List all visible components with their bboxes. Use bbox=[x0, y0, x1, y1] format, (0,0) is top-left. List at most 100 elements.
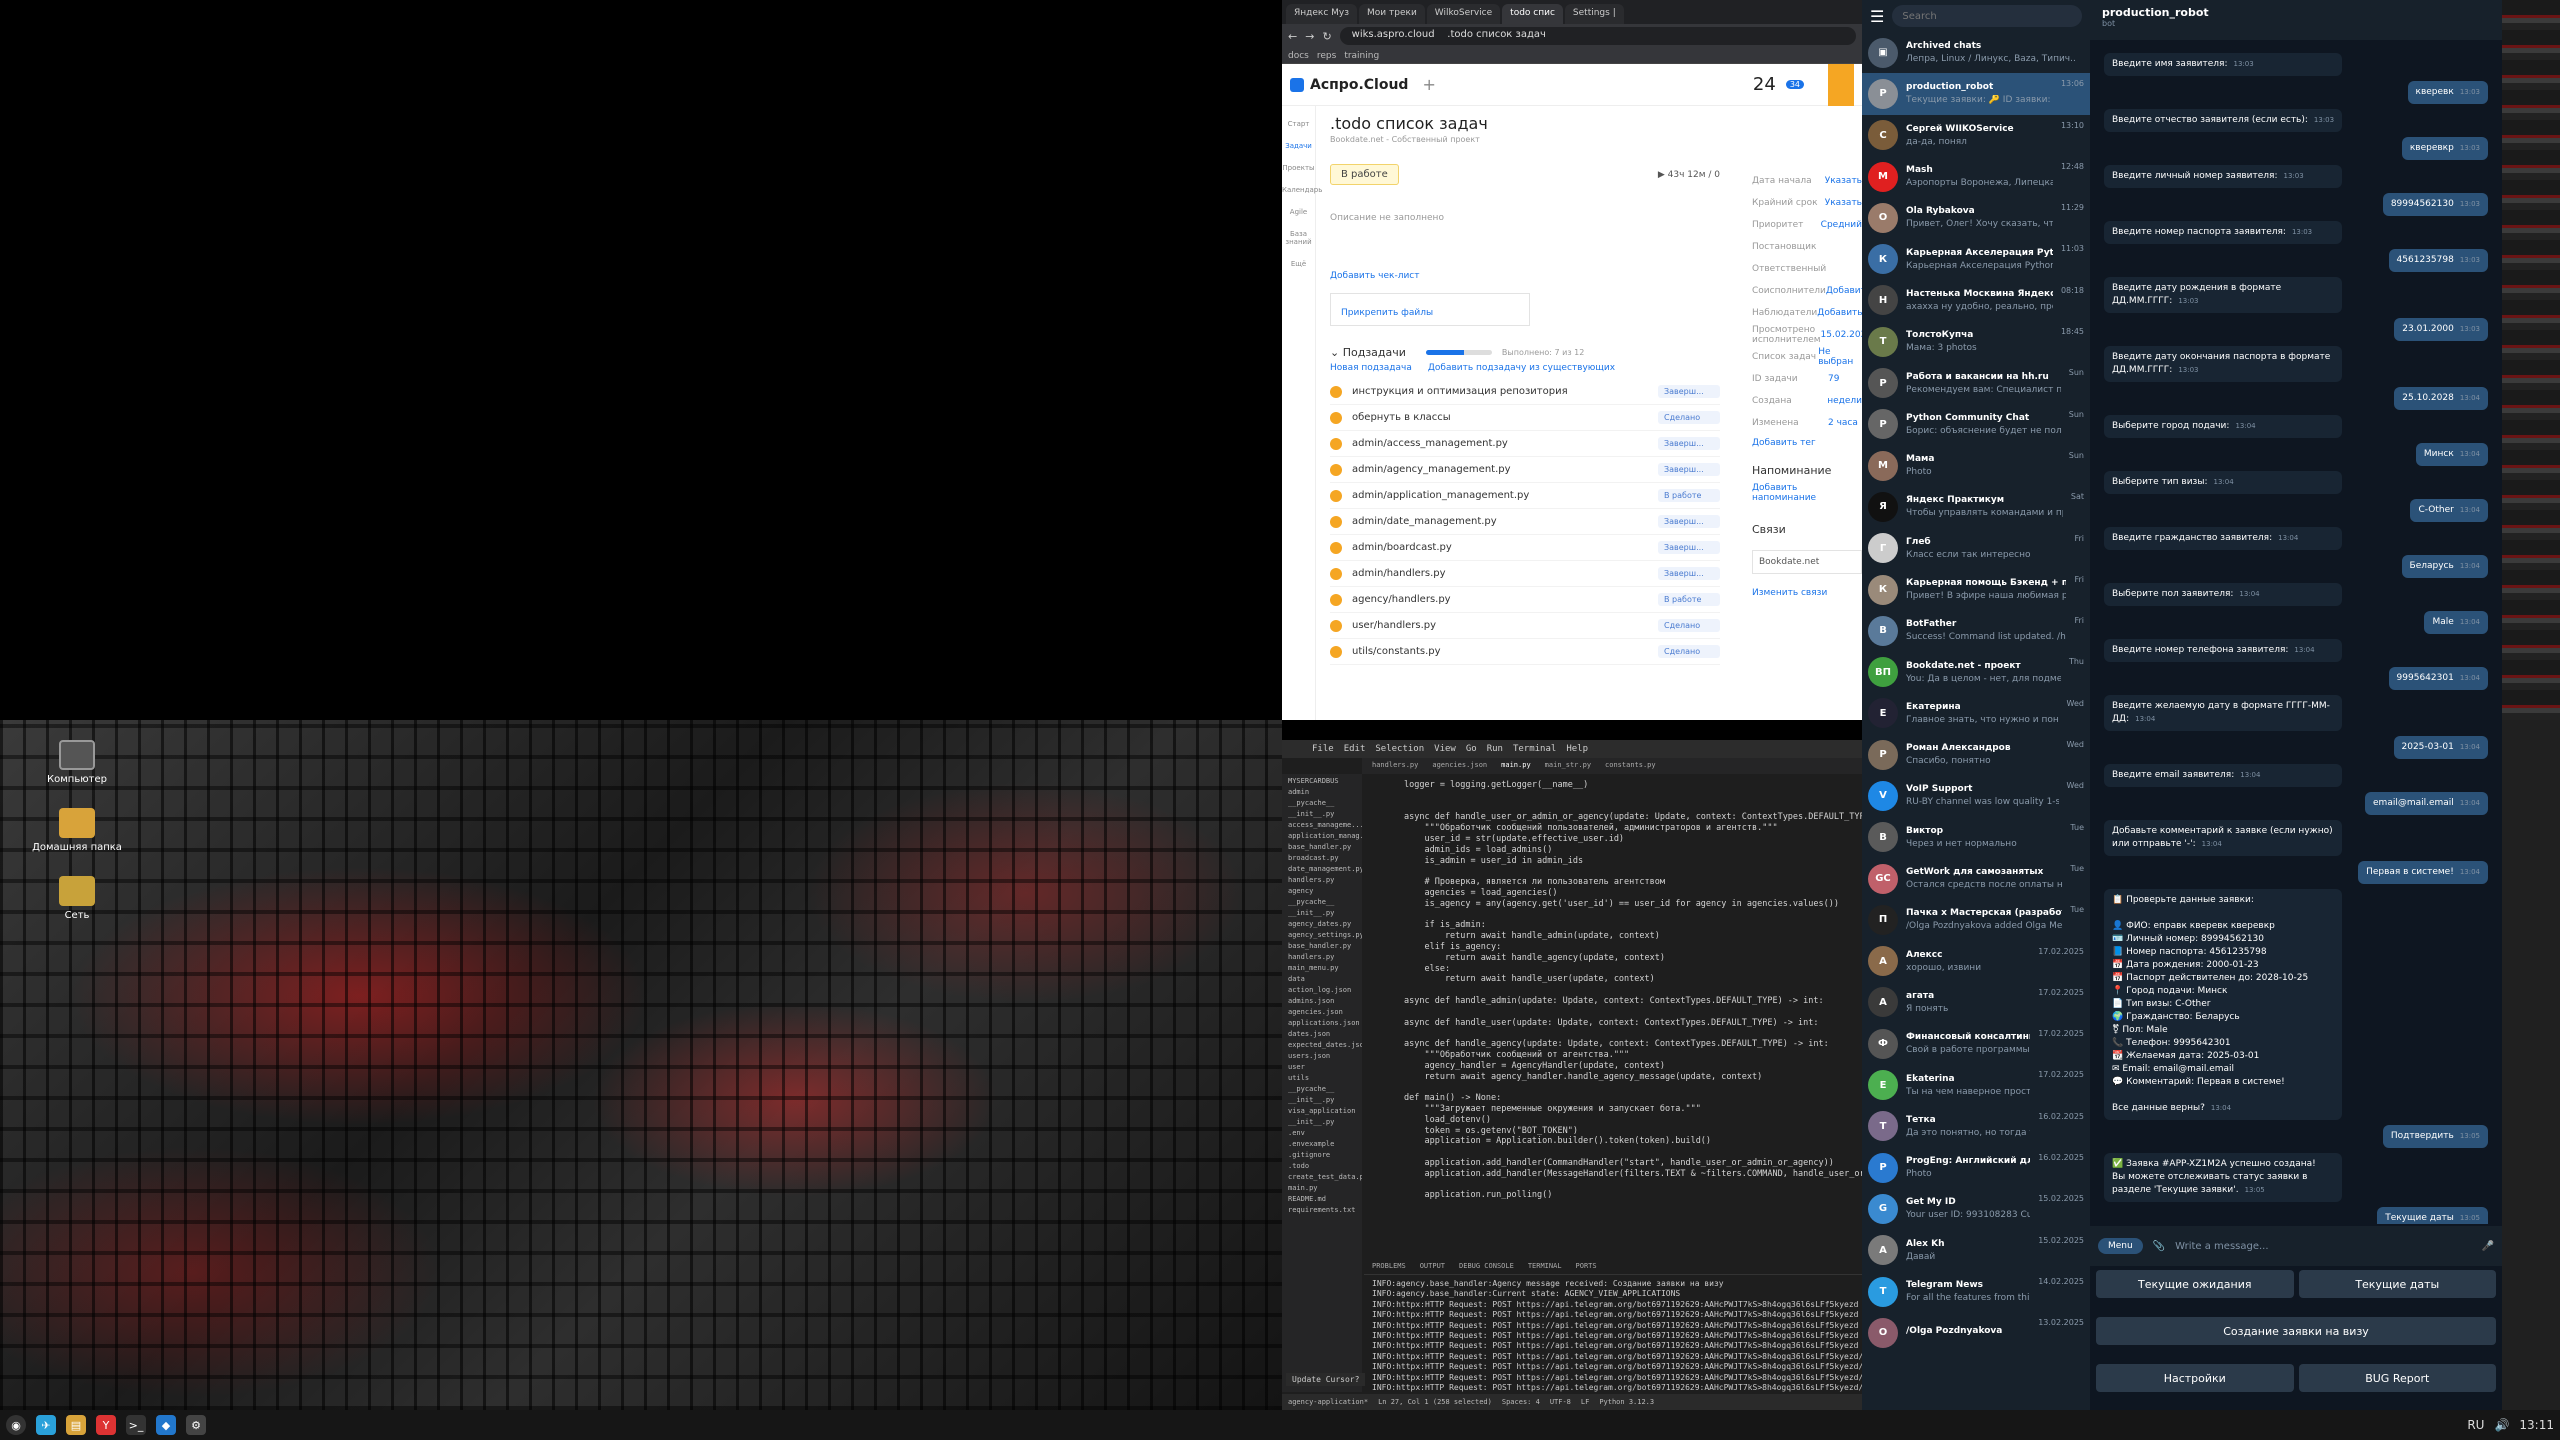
chat-list-item[interactable]: Т ТолстоКупча Мама: 3 photos 18:45 bbox=[1862, 321, 2090, 362]
property-value[interactable]: Средний bbox=[1821, 220, 1862, 230]
settings-icon[interactable]: ⚙ bbox=[186, 1415, 206, 1435]
chat-list-item[interactable]: ВП Bookdate.net - проект You: Да в целом -… bbox=[1862, 651, 2090, 692]
telegram-icon[interactable]: ✈ bbox=[36, 1415, 56, 1435]
bookmark-item[interactable]: training bbox=[1344, 51, 1379, 61]
property-value[interactable]: Указать bbox=[1825, 176, 1862, 186]
subtask-row[interactable]: admin/access_management.py Заверш... bbox=[1330, 431, 1720, 457]
sidebar-item-tasks[interactable]: Задачи bbox=[1282, 142, 1315, 150]
chat-list-item[interactable]: К Карьерная помощь Бэкенд + по... Привет! … bbox=[1862, 569, 2090, 610]
explorer-item[interactable]: handlers.py bbox=[1288, 952, 1356, 963]
menu-item[interactable]: File bbox=[1312, 744, 1334, 754]
explorer-item[interactable]: dates.json bbox=[1288, 1029, 1356, 1040]
subtask-status[interactable]: Заверш... bbox=[1658, 437, 1720, 450]
subtask-status[interactable]: Сделано bbox=[1658, 645, 1720, 658]
explorer-item[interactable]: agencies.json bbox=[1288, 1007, 1356, 1018]
subtask-row[interactable]: инструкция и оптимизация репозитория Заве… bbox=[1330, 379, 1720, 405]
panel-tab[interactable]: TERMINAL bbox=[1528, 1262, 1562, 1272]
chat-list-item[interactable]: С Сергей WIIKOService да-да, понял 13:10 bbox=[1862, 115, 2090, 156]
explorer-item[interactable]: create_test_data.py bbox=[1288, 1172, 1362, 1183]
chat-list-item[interactable]: М Мама Photo Sun bbox=[1862, 445, 2090, 486]
browser-tab[interactable]: Яндекс Муз bbox=[1286, 4, 1358, 24]
explorer-item[interactable]: agency bbox=[1288, 886, 1356, 897]
explorer-item[interactable]: __init__.py bbox=[1288, 1117, 1356, 1128]
panel-tab[interactable]: PORTS bbox=[1576, 1262, 1597, 1272]
subtask-status[interactable]: Заверш... bbox=[1658, 385, 1720, 398]
sidebar-item-projects[interactable]: Проекты bbox=[1282, 164, 1315, 172]
status-item[interactable]: UTF-8 bbox=[1550, 1398, 1571, 1406]
explorer-item[interactable]: main_menu.py bbox=[1288, 963, 1356, 974]
change-links-link[interactable]: Изменить связи bbox=[1752, 588, 1862, 598]
explorer-item[interactable]: user bbox=[1288, 1062, 1356, 1073]
explorer-item[interactable]: base_handler.py bbox=[1288, 842, 1356, 853]
subtask-row[interactable]: user/handlers.py Сделано bbox=[1330, 613, 1720, 639]
chat-list-item[interactable]: G Get My ID Your user ID: 993108283 Curren… bbox=[1862, 1188, 2090, 1229]
explorer-item[interactable]: .envexample bbox=[1288, 1139, 1356, 1150]
task-project-link[interactable]: Bookdate.net - Собственный проект bbox=[1330, 135, 1720, 144]
chat-list-item[interactable]: V VoIP Support RU-BY channel was low quali… bbox=[1862, 775, 2090, 816]
add-existing-subtask-link[interactable]: Добавить подзадачу из существующих bbox=[1428, 363, 1615, 373]
explorer-item[interactable]: base_handler.py bbox=[1288, 941, 1356, 952]
explorer-item[interactable]: admins.json bbox=[1288, 996, 1356, 1007]
terminal-output[interactable]: INFO:agency.base_handler:Agency message … bbox=[1364, 1274, 1862, 1392]
keyboard-button[interactable]: BUG Report bbox=[2298, 1364, 2496, 1392]
vscode-icon[interactable]: ◆ bbox=[156, 1415, 176, 1435]
bot-menu-button[interactable]: Menu bbox=[2098, 1238, 2143, 1254]
explorer-item[interactable]: __init__.py bbox=[1288, 1095, 1356, 1106]
explorer-item[interactable]: .todo bbox=[1288, 1161, 1356, 1172]
explorer-item[interactable]: .gitignore bbox=[1288, 1150, 1356, 1161]
panel-tab[interactable]: DEBUG CONSOLE bbox=[1459, 1262, 1514, 1272]
chat-list-item[interactable]: ККарьерная Акселерация PythonКарьерная А… bbox=[1862, 238, 2090, 279]
property-value[interactable]: Добавить bbox=[1817, 308, 1862, 318]
editor-tab[interactable]: main.py bbox=[1501, 761, 1531, 771]
code-editor[interactable]: logger = logging.getLogger(__name__) asy… bbox=[1364, 780, 1862, 1200]
chat-list-item[interactable]: Я Яндекс Практикум Чтобы управлять команда… bbox=[1862, 486, 2090, 527]
subtask-status[interactable]: В работе bbox=[1658, 489, 1720, 502]
add-tag-link[interactable]: Добавить тег bbox=[1752, 438, 1862, 448]
calendar-date[interactable]: 24 bbox=[1753, 74, 1776, 95]
subtask-status[interactable]: В работе bbox=[1658, 593, 1720, 606]
description-empty[interactable]: Описание не заполнено bbox=[1330, 213, 1720, 223]
chat-list-item[interactable]: M Mash Аэропорты Воронежа, Липецка,... 12:4… bbox=[1862, 156, 2090, 197]
task-status-button[interactable]: В работе bbox=[1330, 164, 1399, 185]
chat-list-item[interactable]: Р Роман Александров Спасибо, понятно Wed bbox=[1862, 734, 2090, 775]
property-value[interactable]: недели bbox=[1827, 396, 1862, 406]
browser-tab[interactable]: WilkoService bbox=[1426, 4, 1501, 24]
explorer-item[interactable]: agency_settings.py bbox=[1288, 930, 1362, 941]
subtask-row[interactable]: admin/application_management.py В работе bbox=[1330, 483, 1720, 509]
menu-item[interactable]: Selection bbox=[1375, 744, 1424, 754]
chat-header[interactable]: production_robot bot bbox=[2090, 0, 2502, 40]
editor-tab[interactable]: agencies.json bbox=[1432, 761, 1487, 771]
explorer-item[interactable]: utils bbox=[1288, 1073, 1356, 1084]
subtask-status[interactable]: Заверш... bbox=[1658, 463, 1720, 476]
chat-list-item[interactable]: O Ola Rybakova Привет, Олег! Хочу сказать,… bbox=[1862, 197, 2090, 238]
explorer-item[interactable]: expected_dates.json bbox=[1288, 1040, 1362, 1051]
reload-icon[interactable]: ↻ bbox=[1322, 30, 1331, 43]
subtask-status[interactable]: Сделано bbox=[1658, 411, 1720, 424]
chat-list-item[interactable]: Аагата Я понять 17.02.2025 bbox=[1862, 982, 2090, 1023]
subtask-status[interactable]: Заверш... bbox=[1658, 515, 1720, 528]
browser-tab-active[interactable]: todo спис bbox=[1502, 4, 1563, 24]
url-field[interactable]: wiks.aspro.cloud .todo список задач bbox=[1339, 27, 1856, 45]
chat-list-item[interactable]: Pproduction_robot Текущие заявки: 🔑 ID за… bbox=[1862, 73, 2090, 115]
sidebar-item-kb[interactable]: База знаний bbox=[1282, 230, 1315, 246]
add-checklist-link[interactable]: Добавить чек-лист bbox=[1330, 271, 1720, 281]
explorer-item[interactable]: __pycache__ bbox=[1288, 897, 1356, 908]
chat-list-item[interactable]: B BotFather Success! Command list updated.… bbox=[1862, 610, 2090, 651]
explorer-item[interactable]: agency_dates.py bbox=[1288, 919, 1356, 930]
subtask-row[interactable]: admin/boardcast.py Заверш... bbox=[1330, 535, 1720, 561]
keyboard-button[interactable]: Создание заявки на визу bbox=[2096, 1317, 2496, 1345]
hamburger-menu-icon[interactable]: ☰ bbox=[1870, 7, 1884, 26]
update-notification[interactable]: Update Cursor? bbox=[1286, 1373, 1366, 1386]
chat-list-item[interactable]: P ProgEng: Английский дл... Photo 16.02.202… bbox=[1862, 1147, 2090, 1188]
explorer-item[interactable]: application_manag... bbox=[1288, 831, 1362, 842]
new-subtask-link[interactable]: Новая подзадача bbox=[1330, 363, 1412, 373]
chat-list-item[interactable]: В Виктор Через и нет нормально Tue bbox=[1862, 817, 2090, 858]
explorer-item[interactable]: __pycache__ bbox=[1288, 1084, 1356, 1095]
property-value[interactable]: Не выбран bbox=[1818, 347, 1862, 367]
editor-tab[interactable]: handlers.py bbox=[1372, 761, 1418, 771]
chat-list-item[interactable]: E Ekaterina Ты на чем наверное просто боль… bbox=[1862, 1064, 2090, 1105]
chat-list-item[interactable]: A Alex Kh Давай 15.02.2025 bbox=[1862, 1230, 2090, 1271]
keyboard-button[interactable]: Текущие даты bbox=[2298, 1270, 2496, 1298]
menu-item[interactable]: Edit bbox=[1344, 744, 1366, 754]
property-value[interactable]: 2 часа bbox=[1828, 418, 1858, 428]
